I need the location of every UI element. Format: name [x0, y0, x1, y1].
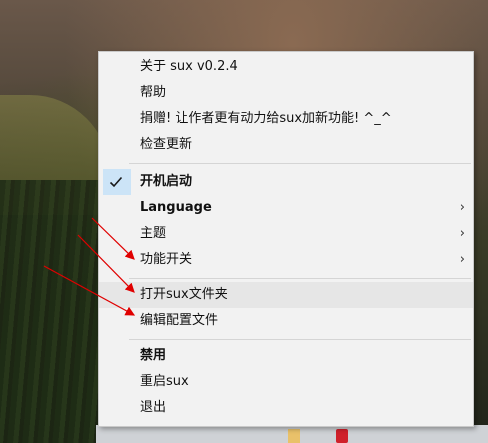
menu-item-check-update[interactable]: 检查更新: [99, 132, 473, 158]
tray-context-menu: 关于 sux v0.2.4 帮助 捐赠! 让作者更有动力给sux加新功能! ^_…: [98, 51, 474, 427]
menu-separator: [129, 339, 471, 340]
menu-item-label: 打开sux文件夹: [140, 287, 228, 302]
menu-item-label: 禁用: [140, 348, 167, 363]
taskbar-app-icon[interactable]: [336, 429, 348, 443]
menu-item-label: 开机启动: [140, 174, 193, 189]
menu-item-open-folder[interactable]: 打开sux文件夹: [99, 282, 473, 308]
menu-item-label: 功能开关: [140, 252, 193, 267]
menu-item-label: 编辑配置文件: [140, 313, 219, 328]
menu-item-label: 主题: [140, 226, 167, 241]
menu-item-autostart[interactable]: 开机启动: [99, 169, 473, 195]
chevron-right-icon: ›: [459, 252, 465, 267]
menu-item-label: 关于 sux v0.2.4: [140, 59, 238, 74]
menu-separator: [129, 163, 471, 164]
menu-item-label: Language: [140, 200, 212, 215]
menu-item-restart[interactable]: 重启sux: [99, 369, 473, 395]
check-indicator: [103, 169, 131, 195]
menu-item-about[interactable]: 关于 sux v0.2.4: [99, 54, 473, 80]
menu-item-theme[interactable]: 主题 ›: [99, 221, 473, 247]
menu-item-label: 退出: [140, 400, 167, 415]
menu-item-label: 检查更新: [140, 137, 193, 152]
menu-item-donate[interactable]: 捐赠! 让作者更有动力给sux加新功能! ^_^: [99, 106, 473, 132]
menu-item-disable[interactable]: 禁用: [99, 343, 473, 369]
chevron-right-icon: ›: [459, 226, 465, 241]
menu-item-label: 帮助: [140, 85, 167, 100]
chevron-right-icon: ›: [459, 200, 465, 215]
menu-item-help[interactable]: 帮助: [99, 80, 473, 106]
menu-item-feature-toggles[interactable]: 功能开关 ›: [99, 247, 473, 273]
menu-item-label: 重启sux: [140, 374, 189, 389]
menu-item-language[interactable]: Language ›: [99, 195, 473, 221]
menu-separator: [129, 278, 471, 279]
wallpaper-forest: [0, 180, 110, 443]
check-icon: [109, 176, 123, 188]
taskbar-folder-icon[interactable]: [288, 429, 300, 443]
menu-item-edit-config[interactable]: 编辑配置文件: [99, 308, 473, 334]
menu-item-label: 捐赠! 让作者更有动力给sux加新功能! ^_^: [140, 111, 392, 126]
menu-item-exit[interactable]: 退出: [99, 395, 473, 421]
